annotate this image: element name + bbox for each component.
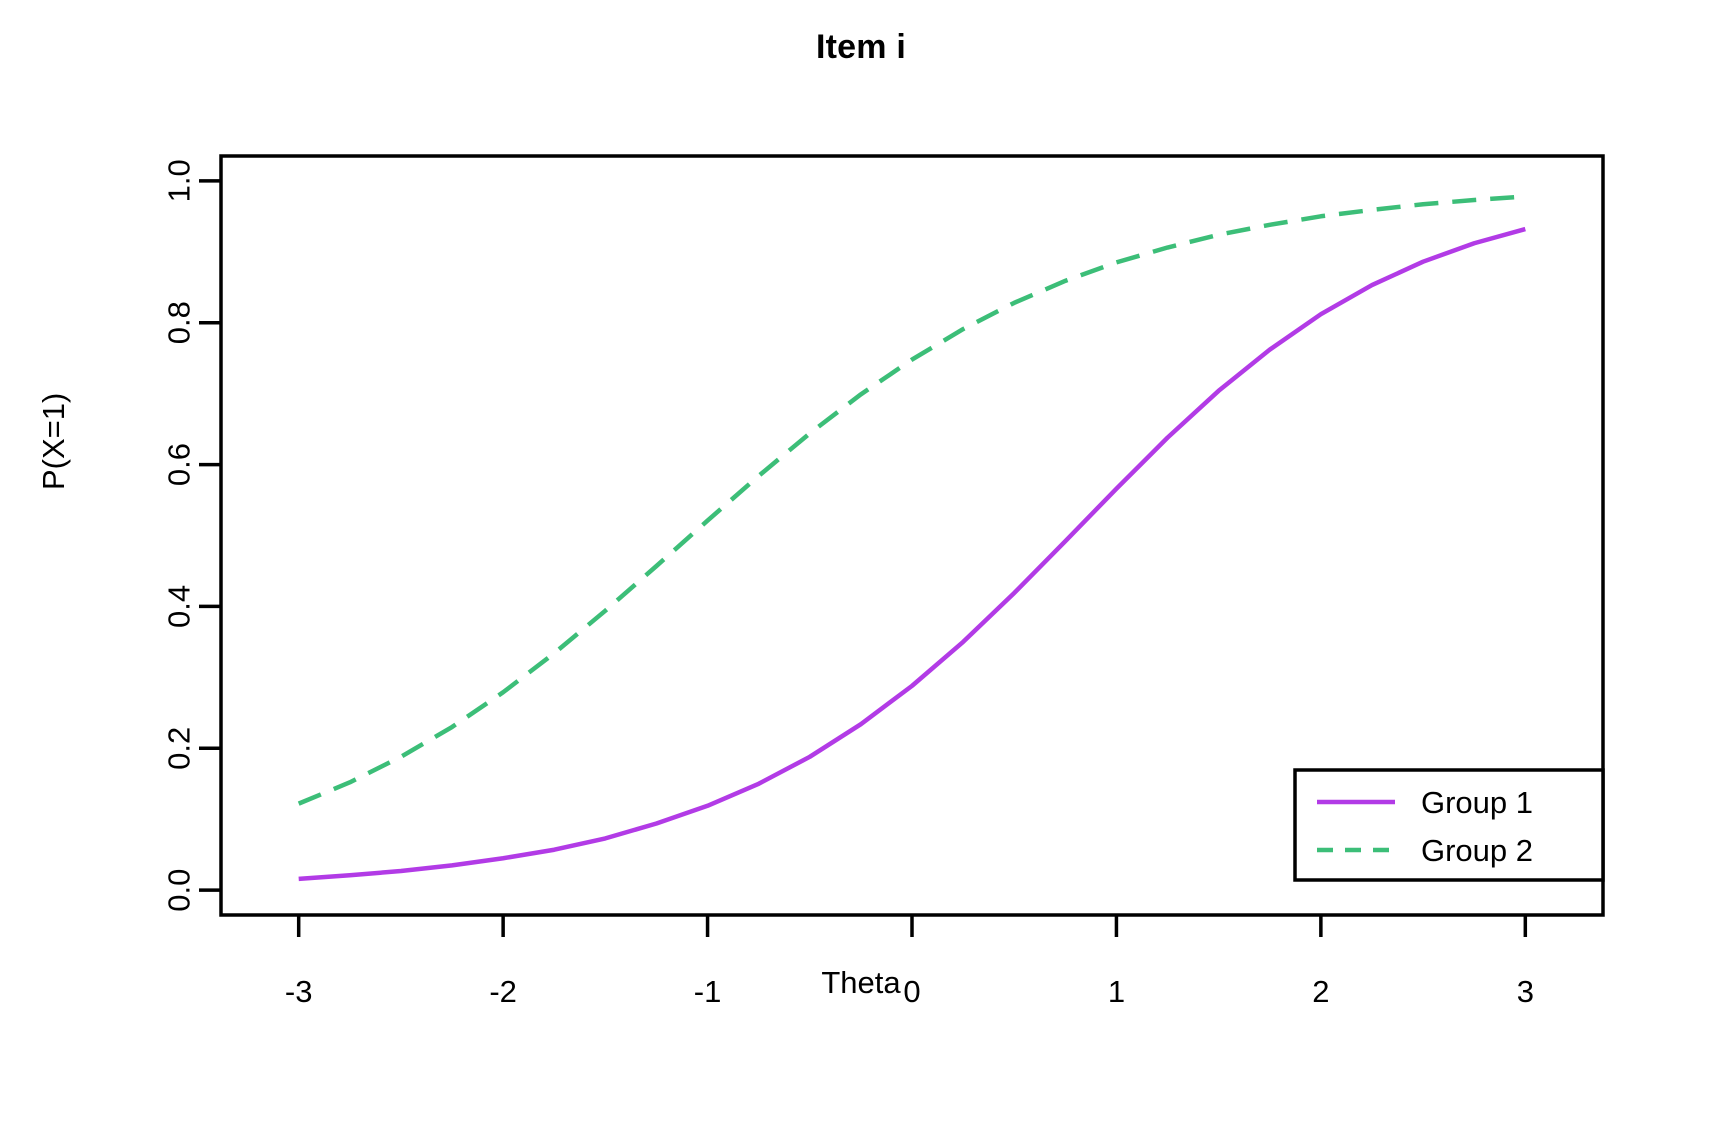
series-line-2 bbox=[297, 194, 1526, 806]
x-axis-ticks: -3 -2 -1 0 1 2 3 bbox=[285, 915, 1534, 1009]
chart-plot-area: -3 -2 -1 0 1 2 3 0.00.20.40.60.81.0 Group 1Gro… bbox=[162, 154, 1605, 1009]
x-tick-label: 3 bbox=[1517, 974, 1534, 1009]
y-axis-ticks: 0.0 0.2 0.4 0.6 0.8 1.0 bbox=[162, 159, 221, 912]
y-tick-label: 1.0 bbox=[162, 159, 197, 202]
x-tick-label: 0 bbox=[903, 974, 920, 1009]
legend-label-1: Group 1 bbox=[1421, 785, 1533, 820]
y-tick-label: 0.0 bbox=[162, 869, 197, 912]
x-tick-label: -3 bbox=[285, 974, 313, 1009]
x-tick-label: 1 bbox=[1108, 974, 1125, 1009]
x-tick-label: 2 bbox=[1312, 974, 1329, 1009]
y-tick-label: 0.8 bbox=[162, 301, 197, 344]
y-tick-label: 0.2 bbox=[162, 727, 197, 770]
chart-canvas: Item i P(X=1) Theta -3 -2 -1 0 1 2 3 0.0 0.2 0.4… bbox=[0, 0, 1722, 1136]
legend[interactable]: Group 1 Group 2 bbox=[1293, 768, 1605, 882]
y-tick-label: 0.4 bbox=[162, 585, 197, 628]
legend-label-2: Group 2 bbox=[1421, 833, 1533, 868]
y-tick-label: 0.6 bbox=[162, 443, 197, 486]
x-tick-label: -2 bbox=[489, 974, 517, 1009]
x-tick-label: -1 bbox=[694, 974, 722, 1009]
